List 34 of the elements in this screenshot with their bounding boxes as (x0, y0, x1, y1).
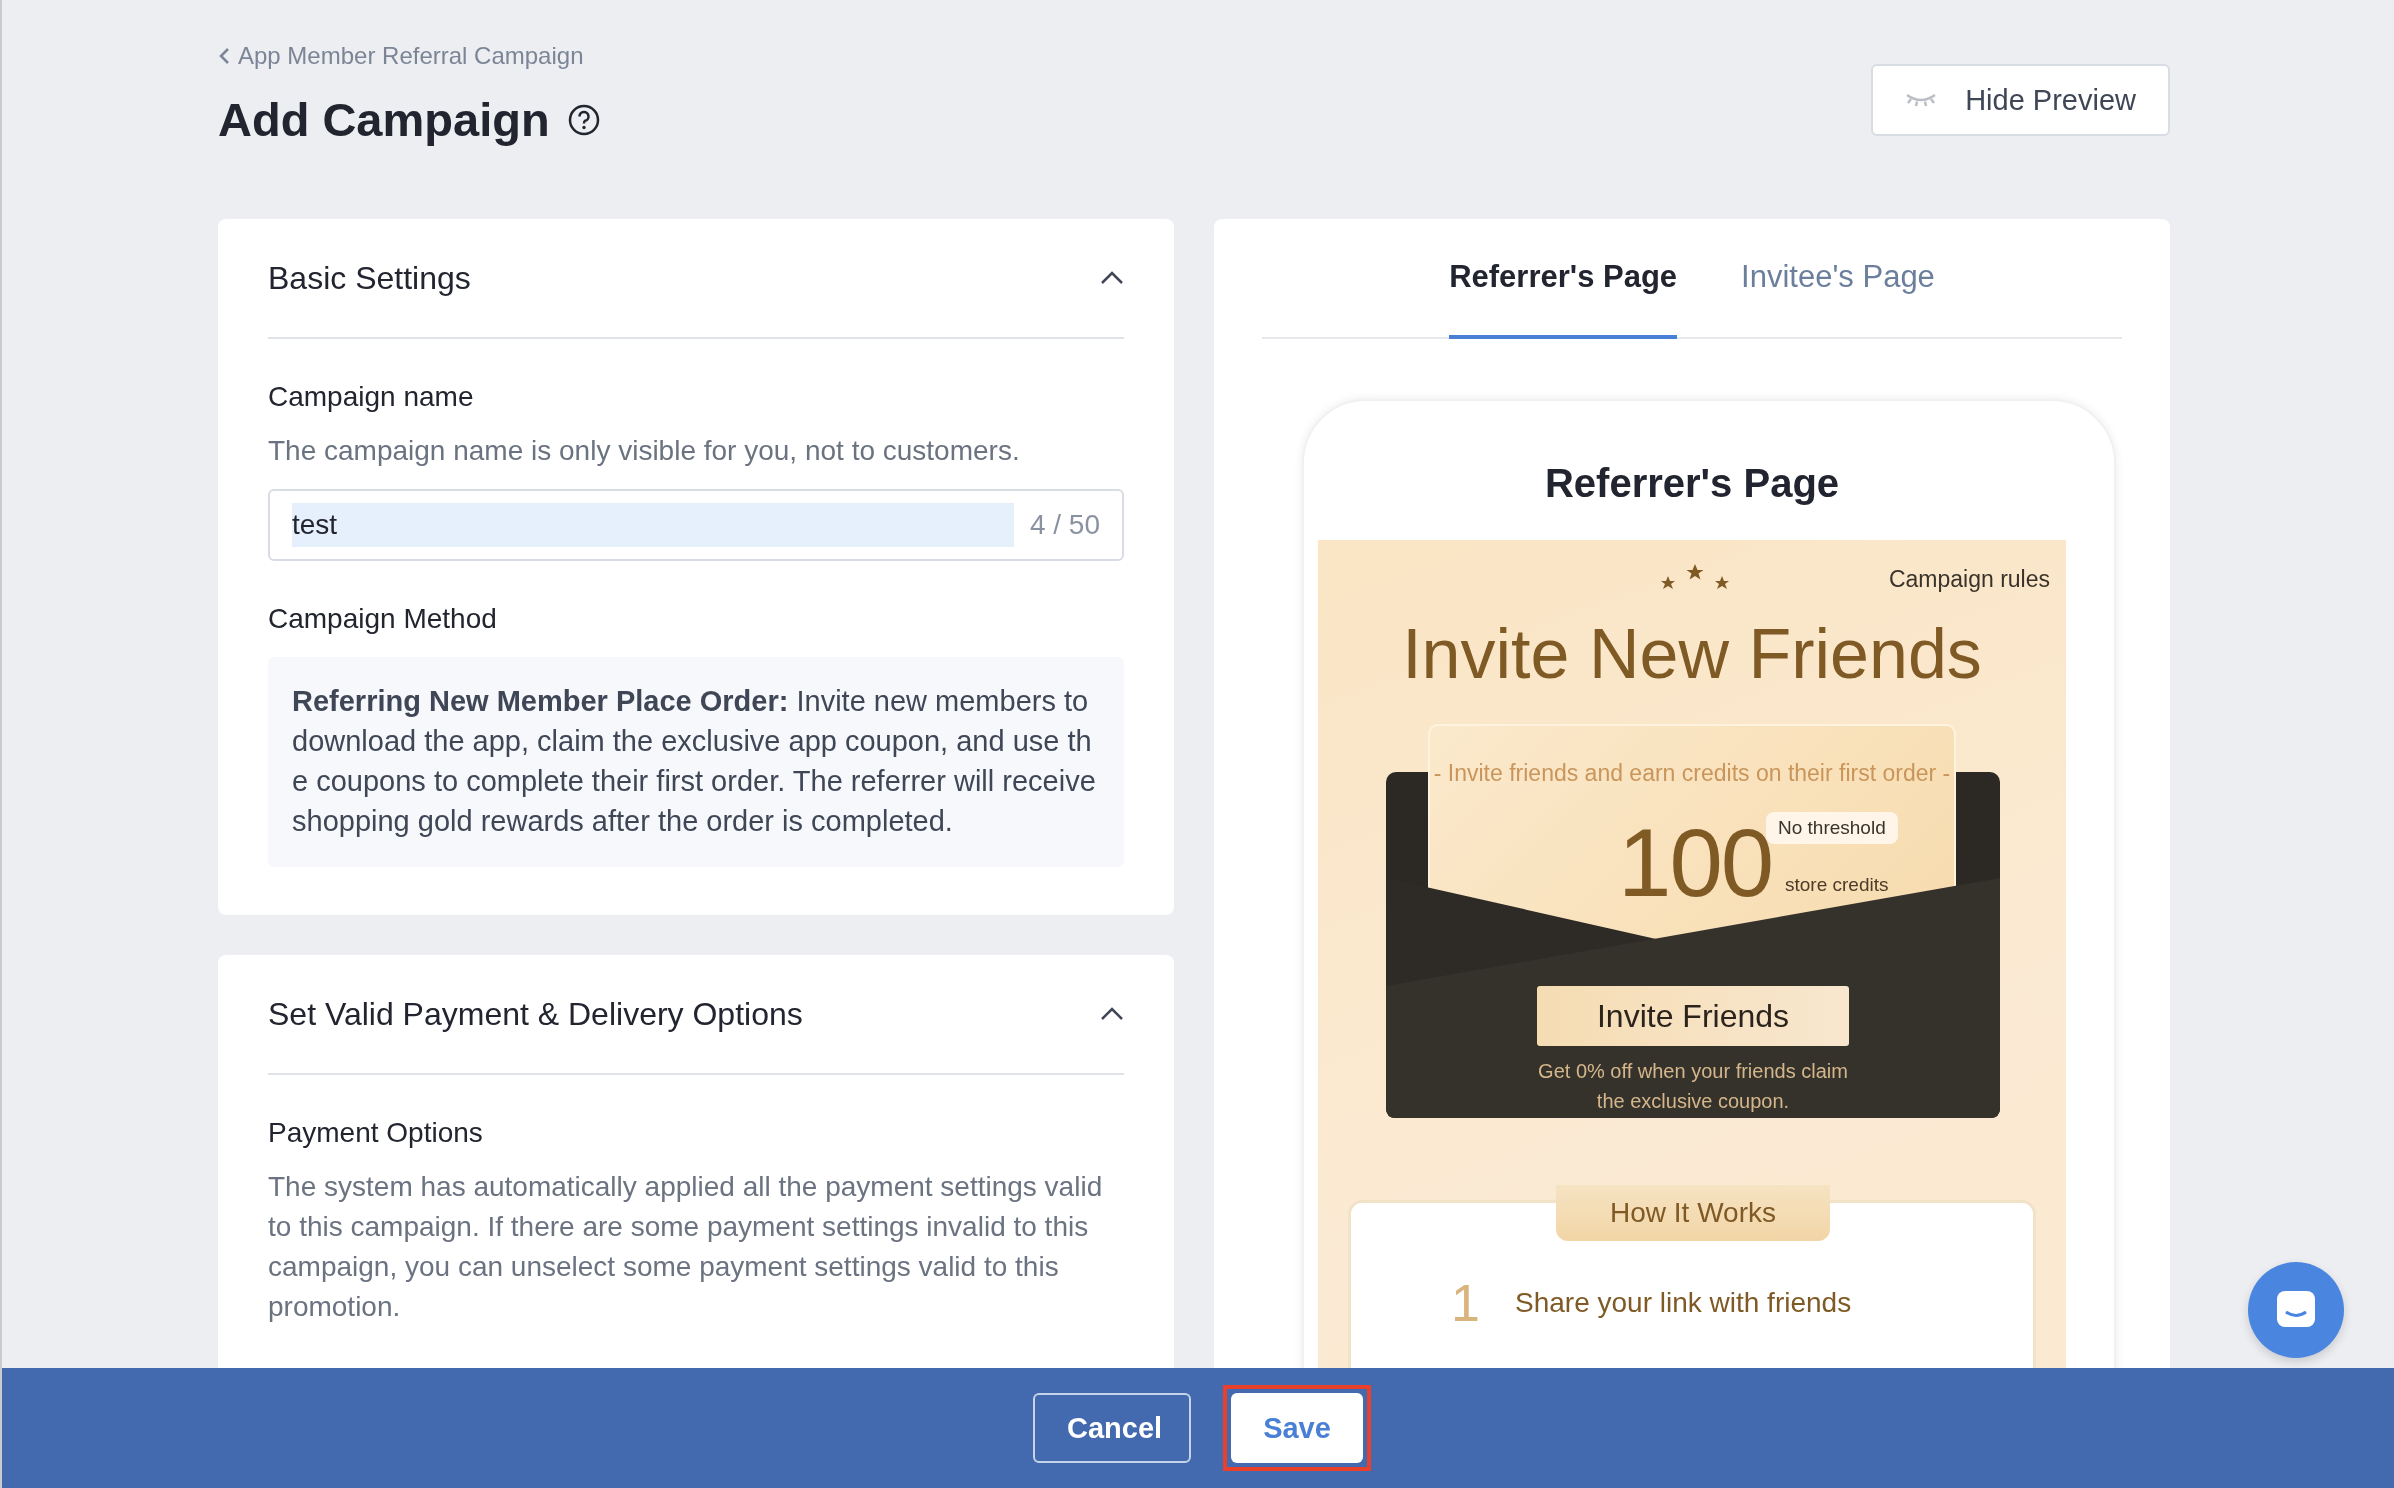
chat-button[interactable] (2248, 1262, 2344, 1358)
closed-eye-icon (1905, 93, 1938, 107)
field-label: Campaign name (268, 381, 475, 413)
phone-title: Referrer's Page (1543, 461, 1841, 506)
field-description: The system has automatically applied all the payment settings valid to this campaign. If there are some payment settings invalid to this campaign, you can unselect some payment settings valid to this promotion. (268, 1170, 1104, 1324)
coupon-note: Get 0% off when your friends claim the exclusive coupon. (1538, 1059, 1848, 1114)
hide-preview-button[interactable]: Hide Preview (1871, 64, 2170, 136)
chevron-icon (1100, 1007, 1124, 1021)
collapse-button[interactable] (1100, 1007, 1124, 1021)
section-title: Basic Settings (268, 259, 471, 297)
campaign-name-field[interactable]: test 4 / 50 (268, 489, 1124, 561)
page-title: Add Campaign (218, 92, 550, 147)
field-description: The campaign name is only visible for you, not to customers. (268, 434, 1021, 468)
help-icon[interactable] (567, 103, 600, 136)
collapse-button[interactable] (1100, 271, 1124, 285)
credit-unit: store credits (1785, 874, 1889, 896)
step-text: Share your link with friends (1515, 1287, 1852, 1319)
invite-friends-button[interactable]: Invite Friends (1537, 986, 1849, 1046)
step-number: 1 (1451, 1273, 1479, 1333)
field-label: Payment Options (268, 1117, 484, 1149)
promo-headline: Invite New Friends (1401, 614, 1983, 694)
promo-subtitle: - Invite friends and earn credits on their first order - (1432, 760, 1952, 787)
footer-button[interactable]: Cancel (1033, 1393, 1191, 1463)
preview-tab[interactable]: Invitee's Page (1741, 219, 1935, 339)
character-counter: 4 / 50 (1029, 509, 1100, 541)
method-description: Referring New Member Place Order: Invite new members to download the app, claim the exclusive app coupon, and use the coupons to complete their first order. The referrer will receive shopping gold rewards after the order is completed. (268, 657, 1124, 867)
back-chevron-icon (218, 47, 230, 65)
how-it-works-title: How It Works (1610, 1197, 1776, 1229)
footer-button[interactable]: Save (1231, 1393, 1363, 1463)
chevron-icon (1100, 271, 1124, 285)
field-label: Campaign Method (268, 603, 498, 635)
campaign-rules-link[interactable]: Campaign rules (1888, 566, 2050, 593)
section-title: Set Valid Payment & Delivery Options (268, 995, 803, 1033)
preview-tab[interactable]: Referrer's Page (1449, 219, 1678, 339)
